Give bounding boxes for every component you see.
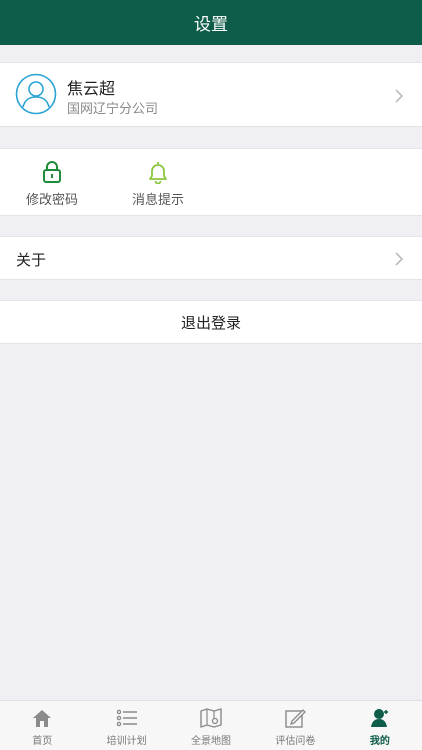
tab-label: 评估问卷 bbox=[275, 736, 316, 747]
map-icon bbox=[200, 708, 222, 728]
page-title: 设置 bbox=[194, 15, 228, 35]
chevron-right-icon bbox=[395, 252, 404, 266]
tab-panorama-map[interactable]: 全景地图 bbox=[169, 701, 253, 750]
message-notify-button[interactable]: 消息提示 bbox=[113, 149, 203, 217]
user-icon bbox=[370, 709, 388, 727]
avatar-icon bbox=[15, 73, 57, 115]
tab-home[interactable]: 首页 bbox=[0, 701, 84, 750]
tab-survey[interactable]: 评估问卷 bbox=[253, 701, 337, 750]
list-icon bbox=[116, 709, 137, 727]
logout-label: 退出登录 bbox=[180, 313, 241, 332]
message-notify-label: 消息提示 bbox=[131, 193, 184, 208]
tab-label: 首页 bbox=[32, 736, 53, 747]
tab-label: 我的 bbox=[369, 736, 390, 747]
about-label: 关于 bbox=[16, 251, 47, 269]
chevron-right-icon bbox=[395, 89, 404, 103]
edit-icon bbox=[285, 709, 307, 728]
profile-card[interactable]: 焦云超 国网辽宁分公司 bbox=[0, 62, 422, 127]
tab-label: 全景地图 bbox=[191, 736, 232, 747]
profile-org: 国网辽宁分公司 bbox=[67, 102, 159, 117]
change-password-label: 修改密码 bbox=[25, 193, 78, 208]
quick-actions: 修改密码 消息提示 bbox=[0, 148, 422, 216]
about-row[interactable]: 关于 bbox=[0, 236, 422, 280]
nav-header: 设置 bbox=[0, 0, 422, 45]
tab-bar: 首页 培训计划 全景地图 评估问卷 我的 bbox=[0, 700, 422, 750]
lock-icon bbox=[43, 161, 61, 183]
tab-label: 培训计划 bbox=[106, 736, 147, 747]
change-password-button[interactable]: 修改密码 bbox=[7, 149, 97, 217]
tab-mine[interactable]: 我的 bbox=[338, 701, 422, 750]
profile-name: 焦云超 bbox=[67, 79, 116, 98]
bell-icon bbox=[149, 162, 167, 184]
home-icon bbox=[33, 710, 52, 727]
logout-button[interactable]: 退出登录 bbox=[0, 300, 422, 344]
tab-training-plan[interactable]: 培训计划 bbox=[84, 701, 168, 750]
